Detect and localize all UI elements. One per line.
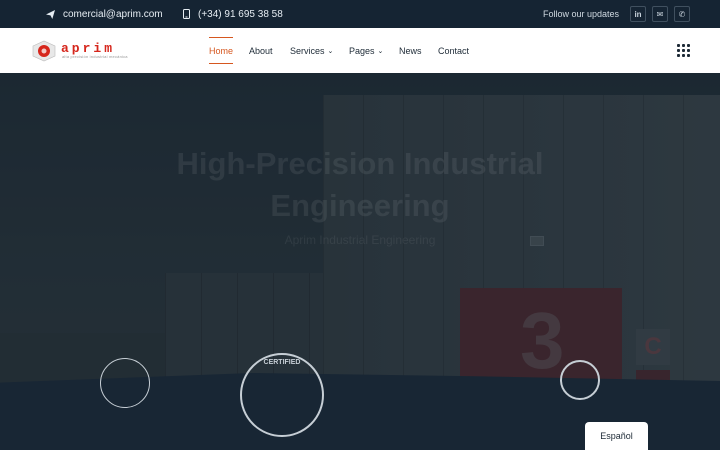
nav-pages-label: Pages <box>349 45 375 56</box>
certified-badge: CERTIFIED <box>240 353 324 437</box>
mobile-phone-icon <box>183 9 190 19</box>
chevron-down-icon: ⌄ <box>377 47 384 55</box>
phone-text: (+34) 91 695 38 58 <box>198 8 283 20</box>
language-switcher[interactable]: Español <box>585 422 648 450</box>
nav-news-label: News <box>399 45 422 56</box>
nav-home[interactable]: Home <box>209 28 234 73</box>
certified-badge-label: CERTIFIED <box>263 359 301 366</box>
follow-text: Follow our updates <box>543 9 620 19</box>
nav-services-label: Services <box>290 45 325 56</box>
nav-services[interactable]: Services ⌄ <box>290 28 333 73</box>
nav-news[interactable]: News <box>399 28 422 73</box>
email-text: comercial@aprim.com <box>63 8 163 20</box>
nav-home-label: Home <box>209 45 234 56</box>
phone-link[interactable]: (+34) 91 695 38 58 <box>183 0 283 28</box>
globe-certification-icon <box>100 358 150 408</box>
hero-title: High-Precision Industrial Engineering <box>176 146 544 223</box>
top-bar: comercial@aprim.com (+34) 91 695 38 58 F… <box>0 0 720 28</box>
hero-subtitle: Aprim Industrial Engineering <box>284 233 436 247</box>
logo-emblem-icon <box>32 40 56 62</box>
certification-logo-icon <box>560 360 600 400</box>
nav-about[interactable]: About <box>249 28 273 73</box>
nav-pages[interactable]: Pages ⌄ <box>349 28 383 73</box>
nav-contact-label: Contact <box>438 45 470 56</box>
phone-icon[interactable]: ✆ <box>674 6 690 22</box>
language-label: Español <box>600 431 633 441</box>
logo[interactable]: aprim alta precisión industrial mecánica <box>31 40 135 62</box>
linkedin-icon[interactable]: in <box>630 6 646 22</box>
mail-icon[interactable]: ✉ <box>652 6 668 22</box>
email-link[interactable]: comercial@aprim.com <box>46 0 163 28</box>
chevron-down-icon: ⌄ <box>327 47 334 55</box>
grid-menu-icon[interactable] <box>677 44 690 57</box>
nav-contact[interactable]: Contact <box>438 28 469 73</box>
paper-plane-icon <box>46 9 55 19</box>
logo-subtext: alta precisión industrial mecánica <box>62 54 128 59</box>
main-header: aprim alta precisión industrial mecánica… <box>0 28 720 73</box>
nav-about-label: About <box>249 45 273 56</box>
